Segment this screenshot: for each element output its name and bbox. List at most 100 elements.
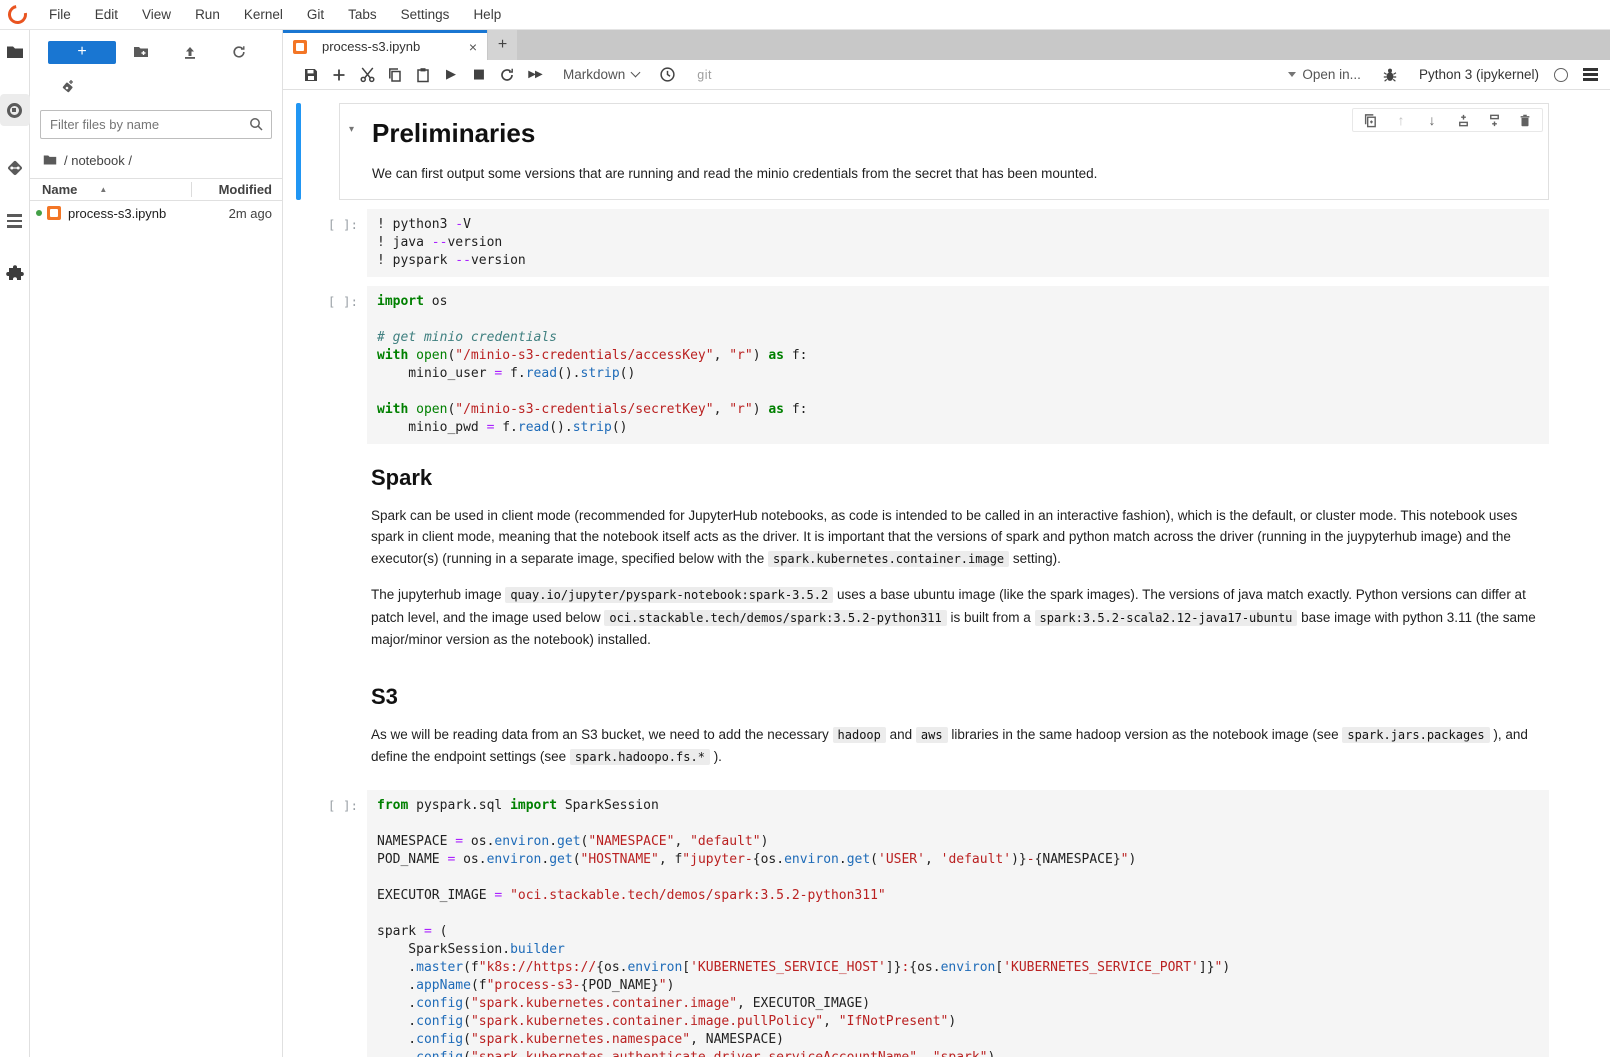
cell-gutter: [296, 672, 367, 781]
menu-item-git[interactable]: Git: [295, 7, 336, 22]
menu-item-edit[interactable]: Edit: [83, 7, 130, 22]
code-line: with open("/minio-s3-credentials/accessK…: [377, 347, 1539, 365]
filter-files-input[interactable]: [40, 110, 272, 139]
menu-item-settings[interactable]: Settings: [389, 7, 462, 22]
chevron-down-icon: [631, 68, 641, 78]
menu-item-view[interactable]: View: [130, 7, 183, 22]
notebook-cell-markdown[interactable]: SparkSpark can be used in client mode (r…: [296, 453, 1549, 663]
dropdown-caret-icon: [1288, 72, 1296, 77]
markdown-body[interactable]: S3As we will be reading data from an S3 …: [367, 672, 1549, 781]
code-editor[interactable]: ! python3 -V! java --version! pyspark --…: [367, 209, 1549, 277]
new-launcher-button[interactable]: +: [48, 41, 116, 64]
open-in-label: Open in...: [1302, 67, 1361, 82]
panel-menu-icon[interactable]: [1583, 68, 1598, 81]
insert-cell-above-icon[interactable]: [1455, 112, 1471, 128]
notebook-cell-code[interactable]: [ ]:from pyspark.sql import SparkSession…: [296, 790, 1549, 1058]
toc-lines: [7, 214, 22, 227]
code-line: from pyspark.sql import SparkSession: [377, 797, 1539, 815]
open-in-dropdown[interactable]: Open in...: [1288, 67, 1361, 82]
inline-code: spark.hadoopo.fs.*: [570, 749, 710, 765]
move-cell-up-icon[interactable]: ↑: [1393, 112, 1409, 128]
execution-prompt: [ ]:: [296, 790, 367, 813]
git-toolbar-label[interactable]: git: [697, 68, 712, 82]
code-line: .master(f"k8s://https://{os.environ['KUB…: [377, 959, 1539, 977]
code-line: [377, 311, 1539, 329]
inline-code: spark.jars.packages: [1342, 727, 1489, 743]
breadcrumb-path: / notebook /: [64, 153, 132, 168]
copy-cells-icon[interactable]: [381, 63, 409, 87]
insert-cell-icon[interactable]: [325, 63, 353, 87]
save-icon[interactable]: [297, 63, 325, 87]
clone-repo-icon[interactable]: [60, 78, 76, 97]
menu-items: FileEditViewRunKernelGitTabsSettingsHelp: [37, 7, 513, 22]
menu-bar: FileEditViewRunKernelGitTabsSettingsHelp: [0, 0, 1610, 30]
code-line: import os: [377, 293, 1539, 311]
code-editor[interactable]: import os # get minio credentialswith op…: [367, 286, 1549, 444]
column-divider: [191, 182, 192, 197]
heading-collapser-icon[interactable]: ▾: [349, 124, 354, 135]
new-folder-icon[interactable]: [116, 40, 165, 64]
move-cell-down-icon[interactable]: ↓: [1424, 112, 1440, 128]
cell-type-select[interactable]: Markdown: [563, 67, 639, 82]
code-line: with open("/minio-s3-credentials/secretK…: [377, 401, 1539, 419]
execution-time-icon[interactable]: [653, 63, 681, 87]
restart-kernel-icon[interactable]: [493, 63, 521, 87]
breadcrumb[interactable]: / notebook /: [42, 152, 272, 168]
running-ring: [7, 103, 22, 118]
duplicate-cell-icon[interactable]: [1362, 112, 1378, 128]
upload-icon[interactable]: [165, 40, 214, 64]
file-browser-icon[interactable]: [4, 41, 26, 63]
close-tab-icon[interactable]: ×: [469, 39, 477, 55]
restart-run-all-icon[interactable]: ▶▶: [521, 63, 549, 87]
running-kernels-icon[interactable]: [0, 94, 30, 126]
stop-kernel-icon[interactable]: ■: [465, 63, 493, 87]
inline-code: aws: [916, 727, 948, 743]
notebook-cell-code[interactable]: [ ]:! python3 -V! java --version! pyspar…: [296, 209, 1549, 277]
code-line: .config("spark.kubernetes.container.imag…: [377, 1013, 1539, 1031]
extension-manager-icon[interactable]: [4, 263, 26, 285]
file-list-header: Name ▲ Modified: [30, 178, 282, 201]
notebook-file-icon: [293, 40, 307, 54]
run-cell-icon[interactable]: ▶: [437, 63, 465, 87]
sort-by-modified-header[interactable]: Modified: [200, 182, 272, 197]
file-name: process-s3.ipynb: [68, 206, 202, 221]
selected-cell-indicator: [296, 103, 301, 200]
notebook-cell-markdown[interactable]: ▾PreliminariesWe can first output some v…: [296, 103, 1549, 200]
new-tab-button[interactable]: +: [488, 30, 517, 60]
menu-item-run[interactable]: Run: [183, 7, 232, 22]
file-row[interactable]: process-s3.ipynb2m ago: [30, 201, 282, 225]
notebook-cell-code[interactable]: [ ]:import os # get minio credentialswit…: [296, 286, 1549, 444]
code-editor[interactable]: from pyspark.sql import SparkSession NAM…: [367, 790, 1549, 1058]
refresh-icon[interactable]: [215, 40, 264, 64]
insert-cell-below-icon[interactable]: [1486, 112, 1502, 128]
code-line: .config("spark.kubernetes.container.imag…: [377, 995, 1539, 1013]
table-of-contents-icon[interactable]: [4, 210, 26, 232]
running-kernel-dot: [36, 210, 42, 216]
git-sidebar-icon[interactable]: [4, 157, 26, 179]
markdown-body[interactable]: SparkSpark can be used in client mode (r…: [367, 453, 1549, 663]
kernel-name[interactable]: Python 3 (ipykernel): [1419, 67, 1539, 82]
tab-process-s3[interactable]: process-s3.ipynb ×: [283, 30, 487, 60]
menu-item-file[interactable]: File: [37, 7, 83, 22]
notebook-content: ▾PreliminariesWe can first output some v…: [283, 90, 1610, 1057]
tab-label: process-s3.ipynb: [322, 39, 420, 54]
execution-prompt: [ ]:: [296, 286, 367, 309]
cell-gutter: [ ]:: [296, 286, 367, 444]
menu-item-tabs[interactable]: Tabs: [336, 7, 389, 22]
sort-by-name-header[interactable]: Name ▲: [42, 182, 191, 197]
markdown-paragraph: We can first output some versions that a…: [372, 163, 1536, 185]
notebook-cell-markdown[interactable]: S3As we will be reading data from an S3 …: [296, 672, 1549, 781]
code-line: [377, 905, 1539, 923]
code-line: ! python3 -V: [377, 216, 1539, 234]
kernel-status-icon[interactable]: [1554, 68, 1568, 82]
cell-toolbar: ↑↓: [1352, 108, 1543, 132]
cut-cells-icon[interactable]: [353, 63, 381, 87]
debugger-bug-icon[interactable]: [1376, 63, 1404, 87]
menu-item-help[interactable]: Help: [461, 7, 513, 22]
code-line: POD_NAME = os.environ.get("HOSTNAME", f"…: [377, 851, 1539, 869]
code-line: minio_user = f.read().strip(): [377, 365, 1539, 383]
inline-code: quay.io/jupyter/pyspark-notebook:spark-3…: [505, 587, 833, 603]
paste-cells-icon[interactable]: [409, 63, 437, 87]
delete-cell-icon[interactable]: [1517, 112, 1533, 128]
menu-item-kernel[interactable]: Kernel: [232, 7, 295, 22]
